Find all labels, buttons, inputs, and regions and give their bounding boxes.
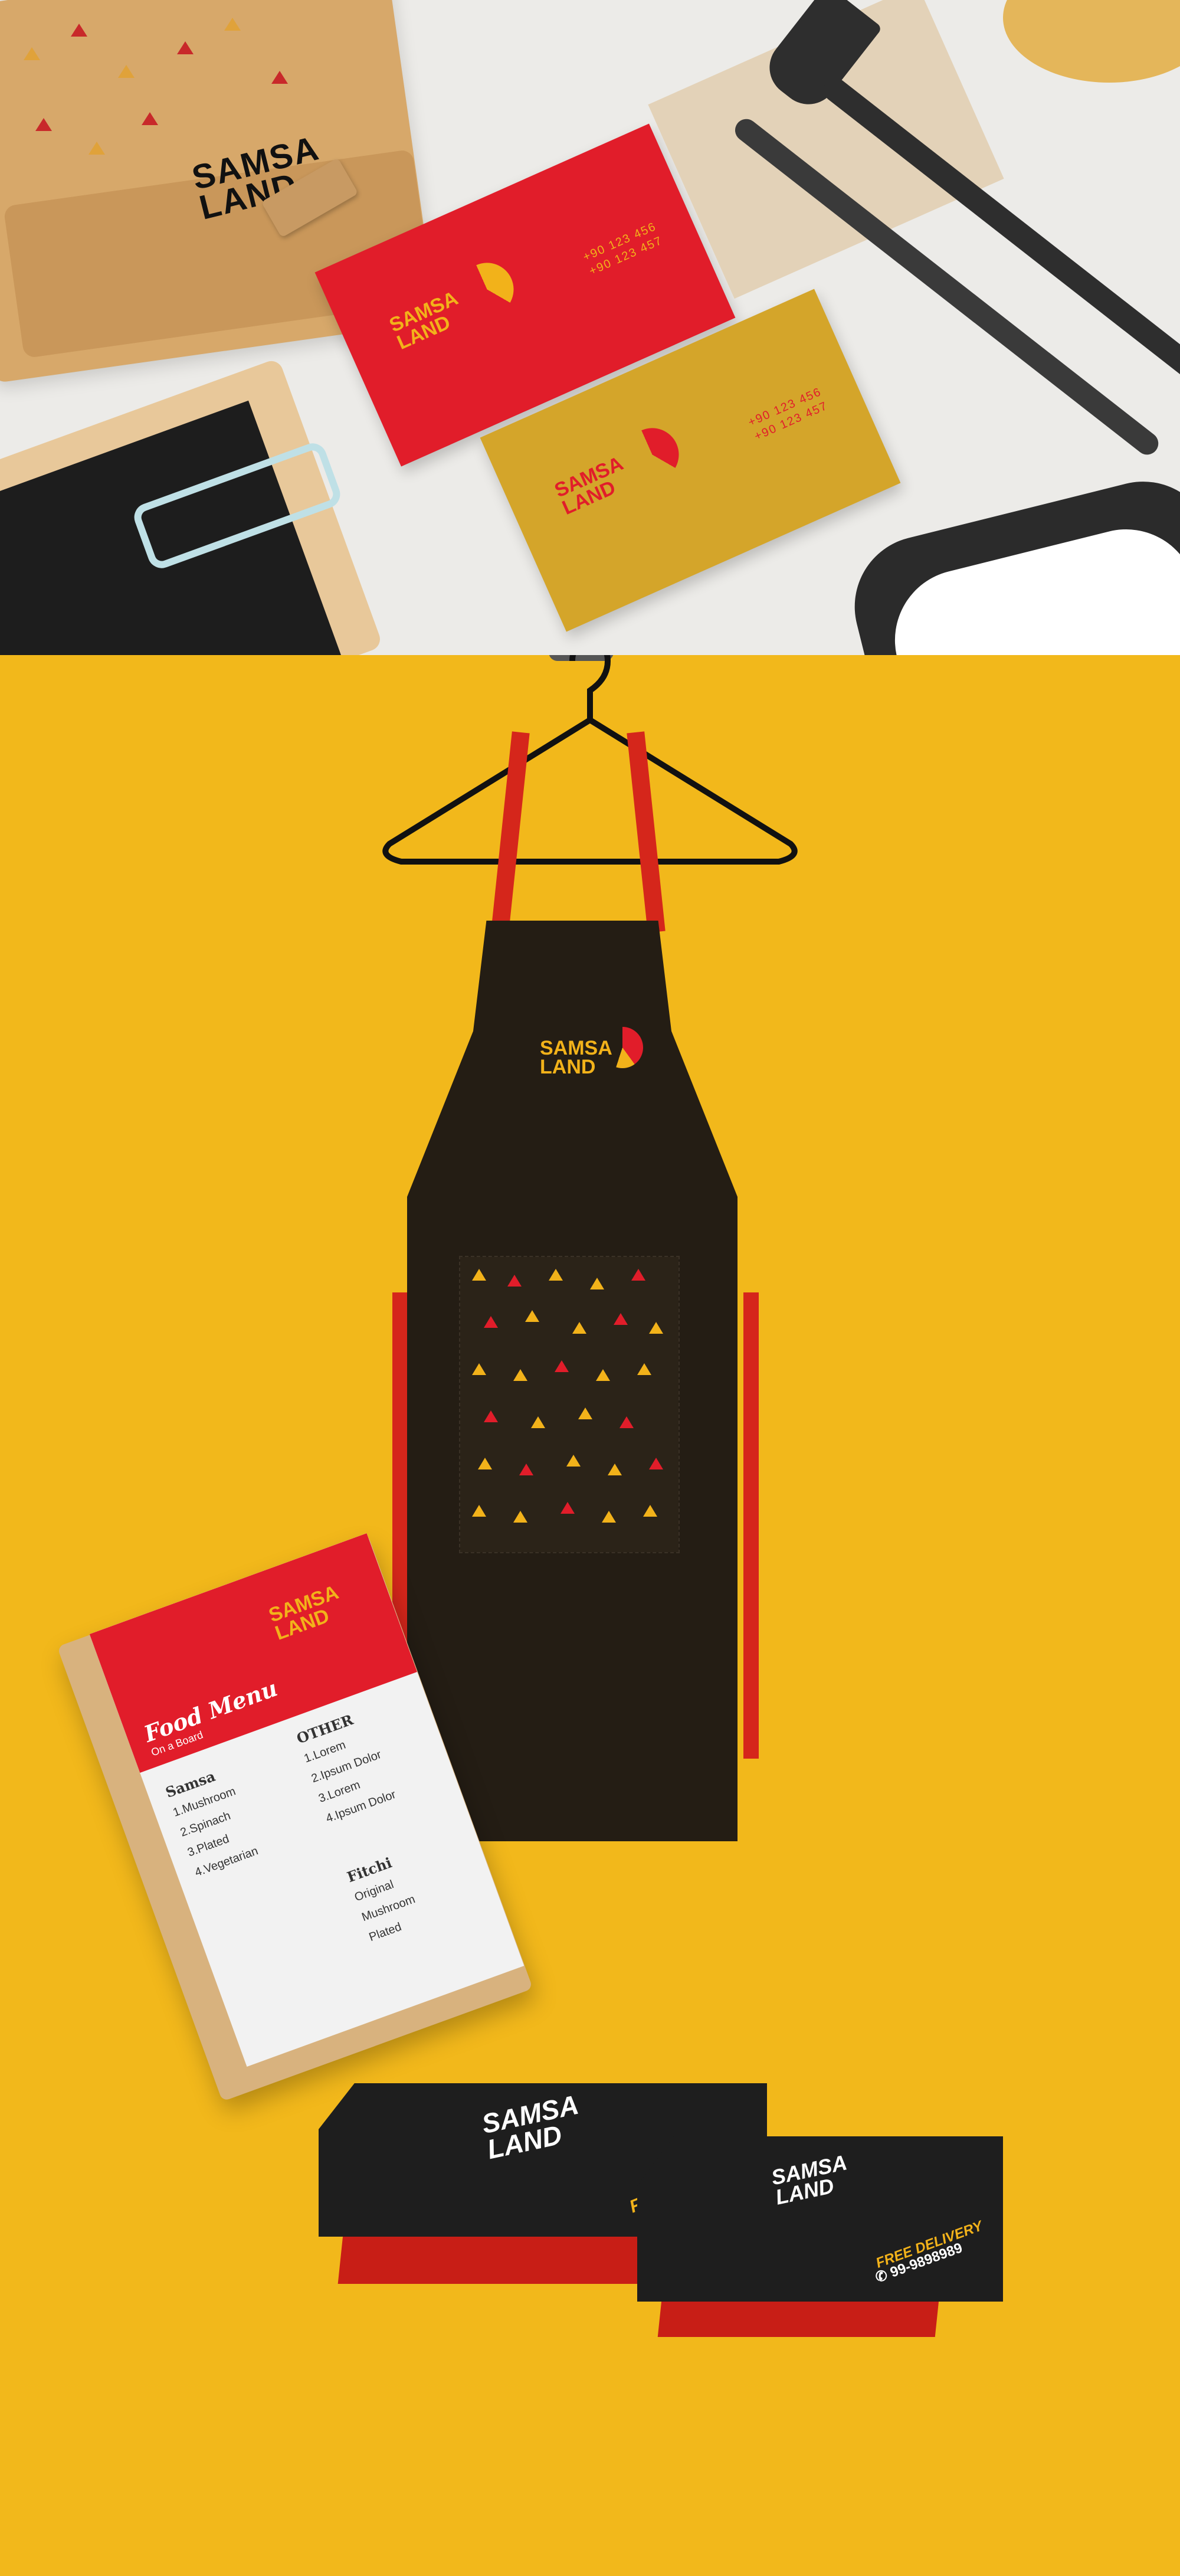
menu-title: Food Menu (140, 1674, 281, 1747)
phone-icon: ✆ (873, 2267, 890, 2286)
card-logo: SAMSA LAND (386, 287, 461, 354)
small-box: SAMSA LAND FREE DELIVERY ✆ 99-9898989 (637, 2136, 1003, 2302)
small-box-logo: SAMSA LAND (769, 2150, 850, 2210)
merch-showcase: SAMSA LAND SAMSA LAND Food Menu On a Boa… (0, 655, 1180, 2576)
apron-tie-right (743, 1292, 759, 1759)
hanger-icon (382, 655, 798, 865)
menu-logo: SAMSA LAND (266, 1580, 342, 1645)
apron: SAMSA LAND (407, 921, 738, 1841)
card-phones: +90 123 456 +90 123 457 (746, 385, 830, 444)
stationery-photo: SAMSA LAND SAMSA LAND +90 123 456 +90 12… (0, 0, 1180, 655)
card-logo: SAMSA LAND (551, 452, 627, 519)
large-box-logo: SAMSA LAND (478, 2089, 582, 2165)
cookie (1003, 0, 1180, 83)
menu-column-other: OTHER 1.Lorem 2.Ipsum Dolor 3.Lorem 4.Ip… (294, 1704, 399, 1829)
logo-wedge-icon (602, 1027, 643, 1068)
apron-pocket (459, 1256, 680, 1553)
menu-column-fitchi: Fitchi Original Mushroom Plated (344, 1849, 425, 1948)
card-phones: +90 123 456 +90 123 457 (581, 220, 665, 279)
menu-column-samsa: Samsa 1.Mushroom 2.Spinach 3.Plated 4.Ve… (163, 1760, 261, 1883)
